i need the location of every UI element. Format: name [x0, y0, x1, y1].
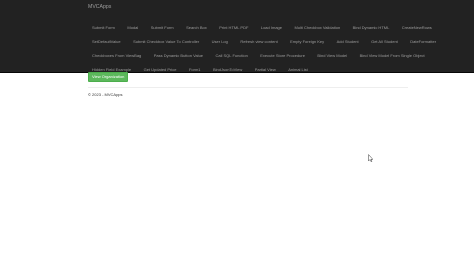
nav-link-bind-view-model-single-object[interactable]: Bind View Model From Single Object: [356, 50, 429, 62]
arrow-cursor-icon: [368, 154, 374, 162]
nav-row-3: Checkboxes From ViewBag Pass Dynamic But…: [88, 44, 429, 58]
nav-link-form1[interactable]: Form1: [185, 64, 205, 76]
nav-link-partial-view[interactable]: Partial View: [251, 64, 280, 76]
nav-link-animal-list[interactable]: Animal List: [284, 64, 312, 76]
nav-row-4: Hidden Field Example Get Updated Price F…: [88, 58, 312, 72]
view-organization-button[interactable]: View Organization: [88, 72, 129, 82]
top-navbar: MVCApps Submit Form Modal Submit Form Se…: [0, 0, 474, 73]
navbar-brand[interactable]: MVCApps: [88, 4, 111, 10]
footer-copyright: © 2023 - MVCApps: [88, 92, 123, 97]
nav-row-1: Submit Form Modal Submit Form Search Box…: [88, 16, 436, 30]
nav-link-bind-json-to-view[interactable]: BindJsonToView: [209, 64, 246, 76]
footer-divider: [88, 87, 408, 88]
nav-row-2: SetDefaultValue Submit Checkbox Value To…: [88, 30, 440, 44]
nav-link-bind-view-model[interactable]: Bind View Model: [313, 50, 351, 62]
nav-link-get-updated-price[interactable]: Get Updated Price: [140, 64, 181, 76]
